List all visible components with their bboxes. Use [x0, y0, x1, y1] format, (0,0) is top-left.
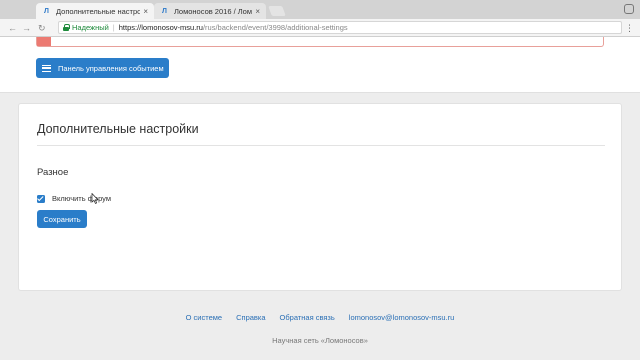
url-host: https://lomonosov-msu.ru: [118, 23, 203, 32]
site-favicon-icon: Л: [44, 7, 49, 15]
tab-lomonosov-2016[interactable]: Л Ломоносов 2016 / Ломоносов ×: [154, 3, 266, 19]
browser-tab-strip: Л Дополнительные настройки × Л Ломоносов…: [0, 0, 640, 19]
panel-button-label: Панель управления событием: [58, 63, 164, 73]
new-tab-button[interactable]: [268, 6, 286, 16]
secure-label: Надежный: [72, 23, 109, 32]
tab-title: Дополнительные настройки: [56, 6, 141, 16]
tab-title: Ломоносов 2016 / Ломоносов: [174, 6, 252, 16]
footer-link-help[interactable]: Справка: [236, 313, 265, 322]
footer-link-feedback[interactable]: Обратная связь: [280, 313, 335, 322]
site-favicon-icon: Л: [162, 7, 167, 15]
footer-link-email[interactable]: lomonosov@lomonosov-msu.ru: [349, 313, 455, 322]
url-separator: |: [112, 23, 115, 32]
browser-toolbar: ← → ↻ Надежный | https://lomonosov-msu.r…: [0, 19, 640, 37]
enable-forum-checkbox[interactable]: [37, 194, 45, 203]
page-header: Панель управления событием: [0, 37, 640, 93]
back-arrow-icon[interactable]: ←: [8, 22, 17, 34]
mouse-cursor-icon: [91, 193, 99, 204]
profile-icon[interactable]: [624, 4, 634, 14]
forward-arrow-icon[interactable]: →: [22, 22, 31, 34]
address-bar[interactable]: Надежный | https://lomonosov-msu.ru /rus…: [58, 21, 622, 34]
alert-banner: [36, 37, 604, 47]
browser-menu-icon[interactable]: ⋮: [625, 22, 634, 34]
enable-forum-option[interactable]: Включить форум: [37, 194, 111, 203]
section-title: Разное: [37, 167, 69, 178]
event-control-panel-button[interactable]: Панель управления событием: [36, 58, 169, 78]
enable-forum-label: Включить форум: [52, 194, 111, 203]
hamburger-icon: [42, 64, 51, 72]
footer-links: О системе Справка Обратная связь lomonos…: [0, 313, 640, 322]
tab-additional-settings[interactable]: Л Дополнительные настройки ×: [36, 3, 154, 19]
lock-icon: [63, 24, 70, 31]
url-path: /rus/backend/event/3998/additional-setti…: [202, 23, 348, 32]
settings-card: Дополнительные настройки Разное Включить…: [18, 103, 622, 291]
tab-close-icon[interactable]: ×: [143, 7, 148, 16]
divider: [37, 145, 605, 146]
tab-close-icon[interactable]: ×: [255, 7, 260, 16]
reload-icon[interactable]: ↻: [38, 22, 46, 34]
save-button[interactable]: Сохранить: [37, 210, 87, 228]
footer-copyright: Научная сеть «Ломоносов»: [272, 336, 368, 345]
alert-stripe: [37, 37, 51, 46]
page-title: Дополнительные настройки: [37, 122, 199, 136]
footer-link-about[interactable]: О системе: [186, 313, 222, 322]
